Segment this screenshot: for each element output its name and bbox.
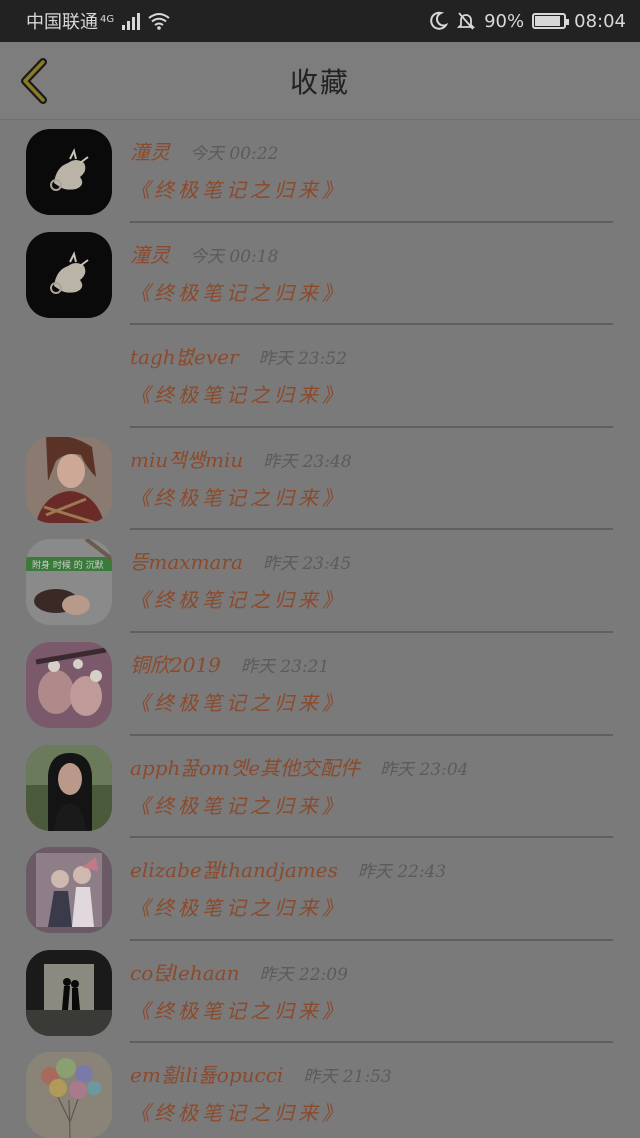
user-avatar[interactable] — [26, 436, 112, 523]
favorite-time: 昨天 22:43 — [357, 862, 447, 883]
favorite-row[interactable]: co턵lehaan 昨天 22:09 《终极笔记之归来》 — [0, 941, 640, 1044]
row-header: em횖ili툞opucci 昨天 21:53 — [130, 1059, 392, 1088]
book-title[interactable]: 《终极笔记之归来》 — [130, 379, 346, 408]
user-avatar[interactable] — [26, 231, 112, 318]
user-name[interactable]: em횖ili툞opucci — [130, 1059, 283, 1088]
row-header: apph꿆om옛e其他交配件 昨天 23:04 — [130, 752, 468, 781]
favorite-row[interactable]: 附身 时候 的 沉默 뜽maxmara 昨天 23:45 《终极笔记之归来》 — [0, 530, 640, 633]
user-name[interactable]: co턵lehaan — [130, 957, 239, 986]
favorite-time: 昨天 23:48 — [263, 451, 352, 472]
favorite-row[interactable]: 铜欣2019 昨天 23:21 《终极笔记之归来》 — [0, 633, 640, 736]
user-avatar[interactable] — [26, 1052, 112, 1138]
favorites-list[interactable]: 潼灵 今天 00:22 《终极笔记之归来》 潼灵 今天 00:18 《终极笔记之归来》 ta… — [0, 120, 640, 1138]
battery-percent: 90% — [484, 10, 525, 32]
user-name[interactable]: 뜽maxmara — [130, 546, 243, 575]
favorite-row[interactable]: 潼灵 今天 00:22 《终极笔记之归来》 — [0, 120, 640, 223]
favorite-row-body: elizabe꿢thandjames 昨天 22:43 《终极笔记之归来》 — [130, 838, 613, 941]
favorite-row-body: co턵lehaan 昨天 22:09 《终极笔记之归来》 — [130, 941, 613, 1044]
moon-icon — [430, 11, 449, 30]
favorite-row-body: em횖ili툞opucci 昨天 21:53 《终极笔记之归来》 — [130, 1043, 613, 1138]
book-title[interactable]: 《终极笔记之归来》 — [130, 482, 346, 511]
status-bar: 中国联通 4G 90% 08:04 — [0, 0, 640, 42]
book-title[interactable]: 《终极笔记之归来》 — [130, 687, 346, 716]
header-bar: 收藏 — [0, 42, 640, 120]
user-name[interactable]: elizabe꿢thandjames — [130, 854, 338, 883]
status-right: 90% 08:04 — [428, 11, 626, 32]
favorite-time: 昨天 23:52 — [258, 349, 347, 370]
page-title: 收藏 — [289, 65, 350, 99]
user-avatar[interactable] — [26, 949, 112, 1036]
favorite-row-body: apph꿆om옛e其他交配件 昨天 23:04 《终极笔记之归来》 — [130, 736, 613, 839]
favorite-time: 今天 00:18 — [190, 246, 279, 267]
favorite-row[interactable]: 潼灵 今天 00:18 《终极笔记之归来》 — [0, 223, 640, 326]
row-header: miu잭쌩miu 昨天 23:48 — [130, 444, 352, 473]
row-header: tagh볎ever 昨天 23:52 — [130, 341, 347, 370]
favorite-time: 昨天 21:53 — [303, 1067, 392, 1088]
favorite-row-body: tagh볎ever 昨天 23:52 《终极笔记之归来》 — [130, 325, 613, 428]
favorite-row-body: 潼灵 今天 00:18 《终极笔记之归来》 — [130, 223, 613, 326]
user-name[interactable]: miu잭쌩miu — [130, 444, 243, 473]
book-title[interactable]: 《终极笔记之归来》 — [130, 277, 346, 306]
user-name[interactable]: tagh볎ever — [130, 341, 239, 370]
clock: 08:04 — [574, 10, 626, 32]
user-avatar[interactable] — [26, 847, 112, 934]
svg-text:附身 时候 的 沉默: 附身 时候 的 沉默 — [32, 559, 104, 571]
favorite-row[interactable]: em횖ili툞opucci 昨天 21:53 《终极笔记之归来》 — [0, 1043, 640, 1138]
favorite-row-body: 뜽maxmara 昨天 23:45 《终极笔记之归来》 — [130, 530, 613, 633]
book-title[interactable]: 《终极笔记之归来》 — [130, 995, 346, 1024]
user-name[interactable]: 潼灵 — [130, 239, 170, 268]
back-arrow-icon — [21, 58, 47, 104]
favorite-row[interactable]: tagh볎ever 昨天 23:52 《终极笔记之归来》 — [0, 325, 640, 428]
favorite-time: 昨天 23:04 — [380, 759, 469, 780]
book-title[interactable]: 《终极笔记之归来》 — [130, 584, 346, 613]
signal-icon — [122, 12, 141, 30]
bell-muted-icon — [456, 12, 476, 30]
user-avatar[interactable] — [26, 744, 112, 831]
user-avatar[interactable] — [26, 641, 112, 728]
user-avatar[interactable]: 附身 时候 的 沉默 — [26, 539, 112, 626]
row-header: co턵lehaan 昨天 22:09 — [130, 957, 348, 986]
book-title[interactable]: 《终极笔记之归来》 — [130, 174, 346, 203]
battery-icon — [532, 13, 570, 29]
row-header: elizabe꿢thandjames 昨天 22:43 — [130, 854, 446, 883]
favorite-row-body: 铜欣2019 昨天 23:21 《终极笔记之归来》 — [130, 633, 613, 736]
favorite-time: 今天 00:22 — [190, 144, 279, 164]
user-avatar[interactable] — [26, 334, 112, 421]
user-name[interactable]: 铜欣2019 — [130, 649, 221, 678]
user-name[interactable]: apph꿆om옛e其他交配件 — [130, 752, 360, 781]
user-name[interactable]: 潼灵 — [130, 136, 170, 165]
favorite-time: 昨天 23:21 — [240, 656, 330, 677]
book-title[interactable]: 《终极笔记之归来》 — [130, 1097, 346, 1126]
favorite-row[interactable]: elizabe꿢thandjames 昨天 22:43 《终极笔记之归来》 — [0, 838, 640, 941]
row-header: 뜽maxmara 昨天 23:45 — [130, 546, 351, 575]
row-header: 铜欣2019 昨天 23:21 — [130, 649, 329, 678]
user-avatar[interactable] — [26, 129, 112, 215]
row-header: 潼灵 今天 00:18 — [130, 239, 278, 268]
favorite-row-body: 潼灵 今天 00:22 《终极笔记之归来》 — [130, 120, 613, 223]
back-button[interactable] — [14, 56, 54, 106]
book-title[interactable]: 《终极笔记之归来》 — [130, 892, 346, 921]
favorite-row-body: miu잭쌩miu 昨天 23:48 《终极笔记之归来》 — [130, 428, 613, 531]
network-type: 4G — [100, 14, 115, 25]
favorite-row[interactable]: miu잭쌩miu 昨天 23:48 《终极笔记之归来》 — [0, 428, 640, 531]
status-left: 中国联通 4G — [26, 8, 170, 34]
favorite-time: 昨天 22:09 — [259, 964, 348, 985]
carrier-label: 中国联通 — [26, 12, 98, 33]
wifi-icon — [148, 13, 170, 30]
book-title[interactable]: 《终极笔记之归来》 — [130, 790, 346, 819]
row-header: 潼灵 今天 00:22 — [130, 136, 278, 165]
favorite-row[interactable]: apph꿆om옛e其他交配件 昨天 23:04 《终极笔记之归来》 — [0, 736, 640, 839]
favorite-time: 昨天 23:45 — [262, 554, 352, 575]
